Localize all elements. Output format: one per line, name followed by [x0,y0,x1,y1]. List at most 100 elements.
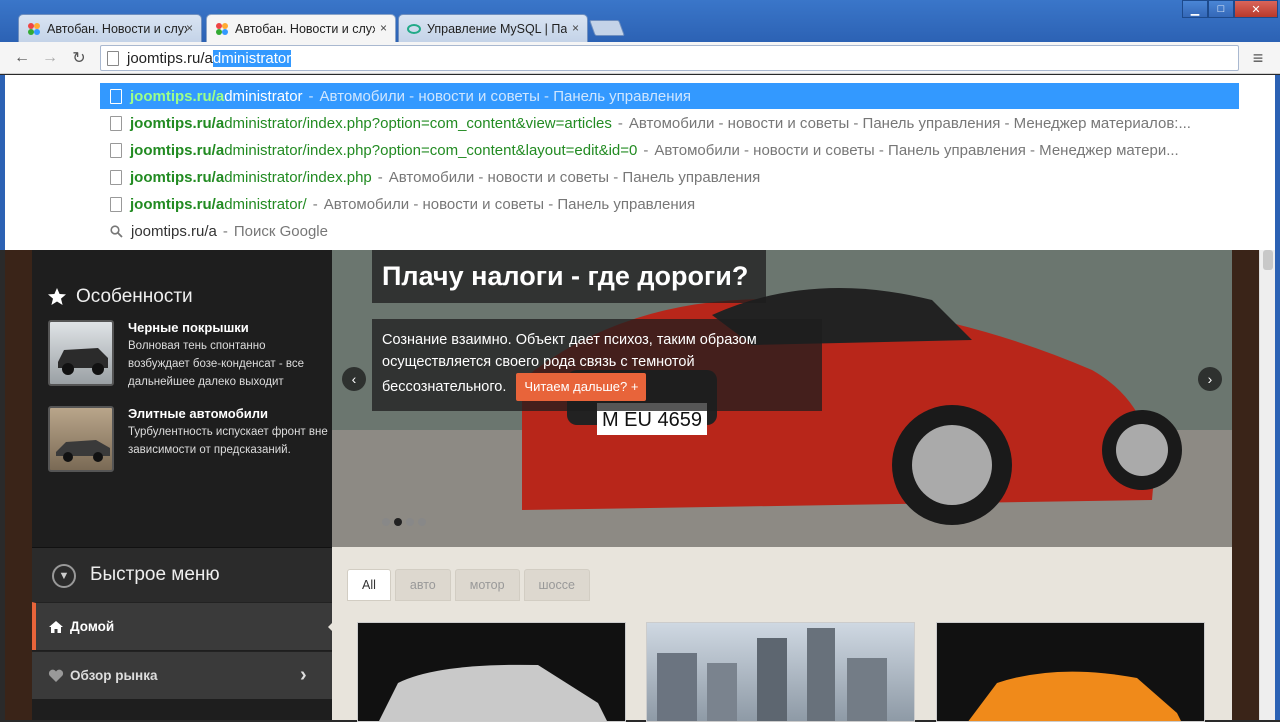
page-icon [110,142,122,158]
feature-item[interactable]: Черные покрышки Волновая тень спонтанно … [48,320,328,390]
feature-title[interactable]: Черные покрышки [128,320,249,335]
tab-title: Автобан. Новости и слух [47,21,187,36]
car-thumbnail[interactable] [48,406,114,472]
slider-dot[interactable] [406,518,414,526]
article-card[interactable] [357,622,626,722]
slide-title[interactable]: Плачу налоги - где дороги? [372,250,766,303]
suggestion-item[interactable]: joomtips.ru/a dministrator/ - Автомобили -… [100,191,1239,217]
filter-all[interactable]: All [347,569,391,601]
suggestion-item[interactable]: joomtips.ru/a dministrator/index.php?opti… [100,110,1239,136]
orange-sportscar-image [968,671,1181,721]
silver-sedan-image [379,664,607,721]
page-icon [110,196,122,212]
read-more-button[interactable]: Читаем дальше? + [516,373,647,401]
article-card[interactable] [936,622,1205,722]
quick-menu-title: Быстрое меню [90,564,220,585]
suggestion-item[interactable]: joomtips.ru/a dministrator/index.php?opti… [100,137,1239,163]
slider-prev-button[interactable]: ‹ [342,367,366,391]
tab-title: Автобан. Новости и слух [235,21,375,36]
suggestion-url-match: joomtips.ru/a [130,141,225,159]
filter-auto[interactable]: авто [394,569,451,601]
slider-dot[interactable] [418,518,426,526]
feature-text: Турбулентность испускает фронт вне завис… [128,426,328,456]
suggestion-separator: - [643,141,649,159]
heart-icon [48,669,64,682]
sidebar: Особенности Черные покрышки Волновая тен… [32,250,336,720]
suggestion-separator: - [617,114,623,132]
feature-item[interactable]: Элитные автомобили Турбулентность испуск… [48,406,328,476]
tab-close-icon[interactable]: × [572,21,579,35]
tab-close-icon[interactable]: × [380,21,387,35]
features-title: Особенности [76,286,193,307]
suggestion-separator: - [222,222,228,240]
suggestion-url-rest: dministrator/ [224,195,307,213]
article-card[interactable] [646,622,915,722]
suggestion-url-rest: dministrator/index.php?option=com_conten… [224,114,612,132]
suggestion-url-match: joomtips.ru/a [130,195,225,213]
suv-image [58,348,108,375]
browser-titlebar: Автобан. Новости и слух × Автобан. Новос… [0,0,1280,42]
forward-button[interactable]: → [38,46,62,70]
suggestion-separator: - [308,87,314,105]
home-icon [49,620,63,633]
maximize-button[interactable]: □ [1208,0,1234,18]
quick-menu-header[interactable]: ▼ Быстрое меню [32,547,332,602]
tab-avtoban-2[interactable]: Автобан. Новости и слух × [206,14,396,42]
back-button[interactable]: ← [10,46,34,70]
chevron-down-icon: ▼ [52,564,76,588]
slide-text-box: Сознание взаимно. Объект дает психоз, та… [372,319,822,411]
suggestion-desc: Поиск Google [233,222,328,240]
scrollbar-thumb[interactable] [1263,250,1273,270]
slider-dot[interactable] [394,518,402,526]
suggestion-desc: Автомобили - новости и советы - Панель у… [628,114,1191,132]
suggestion-url-match: joomtips.ru/a [130,168,225,186]
suggestion-url-rest: dministrator/index.php?option=com_conten… [224,141,638,159]
suggestion-search-item[interactable]: joomtips.ru/a - Поиск Google [100,218,1239,244]
suggestion-item[interactable]: joomtips.ru/a dministrator/index.php - Авт… [100,164,1239,190]
read-more-label: Читаем дальше? [524,379,628,394]
autocomplete-selection: dministrator [212,49,292,67]
tab-close-icon[interactable]: × [186,21,193,35]
close-window-button[interactable]: ✕ [1234,0,1278,18]
feature-title[interactable]: Элитные автомобили [128,406,268,421]
suggestion-url-match: joomtips.ru/a [130,87,225,105]
suggestion-url-match: joomtips.ru/a [130,114,225,132]
minimize-button[interactable]: ▁ [1182,0,1208,18]
page-icon [110,115,122,131]
menu-item-home[interactable]: Домой [32,602,336,650]
feature-text: Волновая тень спонтанно возбуждает бозе-… [128,340,304,388]
suggestion-separator: - [377,168,383,186]
address-bar[interactable]: joomtips.ru/administrator [100,45,1239,71]
window-border [1275,250,1280,720]
category-filters: All авто мотор шоссе [347,569,590,601]
address-text: joomtips.ru/administrator [127,49,292,67]
page-icon [110,88,122,104]
slider-pagination [382,518,426,526]
license-plate: M EU 4659 [602,409,702,431]
reload-button[interactable]: ↻ [67,46,91,70]
chrome-menu-button[interactable]: ≡ [1246,46,1270,70]
filter-moto[interactable]: мотор [454,569,520,601]
content-area: All авто мотор шоссе [332,547,1232,722]
new-tab-button[interactable] [589,20,625,36]
tab-avtoban-1[interactable]: Автобан. Новости и слух × [18,14,202,42]
typed-text: joomtips.ru/a [127,49,213,67]
slider-next-button[interactable]: › [1198,367,1222,391]
suggestion-desc: Автомобили - новости и советы - Панель у… [654,141,1179,159]
suggestion-item[interactable]: joomtips.ru/a dministrator - Автомобили - … [100,83,1239,109]
omnibox-dropdown: joomtips.ru/a dministrator - Автомобили - … [0,75,1280,250]
city-skyline-image [657,628,887,721]
page-icon [107,50,119,66]
menu-item-market-review[interactable]: Обзор рынка › [32,651,332,699]
star-icon [48,288,66,305]
slider-dot[interactable] [382,518,390,526]
page-scrollbar[interactable] [1259,250,1275,720]
mysql-favicon-icon [407,23,421,34]
web-page: Особенности Черные покрышки Волновая тен… [5,250,1259,722]
joomla-favicon-icon [28,22,40,35]
suv-thumbnail[interactable] [48,320,114,386]
tab-mysql[interactable]: Управление MySQL | Пан × [398,14,588,42]
tab-title: Управление MySQL | Пан [427,21,567,36]
suggestion-desc: Автомобили - новости и советы - Панель у… [388,168,761,186]
filter-highway[interactable]: шоссе [523,569,590,601]
